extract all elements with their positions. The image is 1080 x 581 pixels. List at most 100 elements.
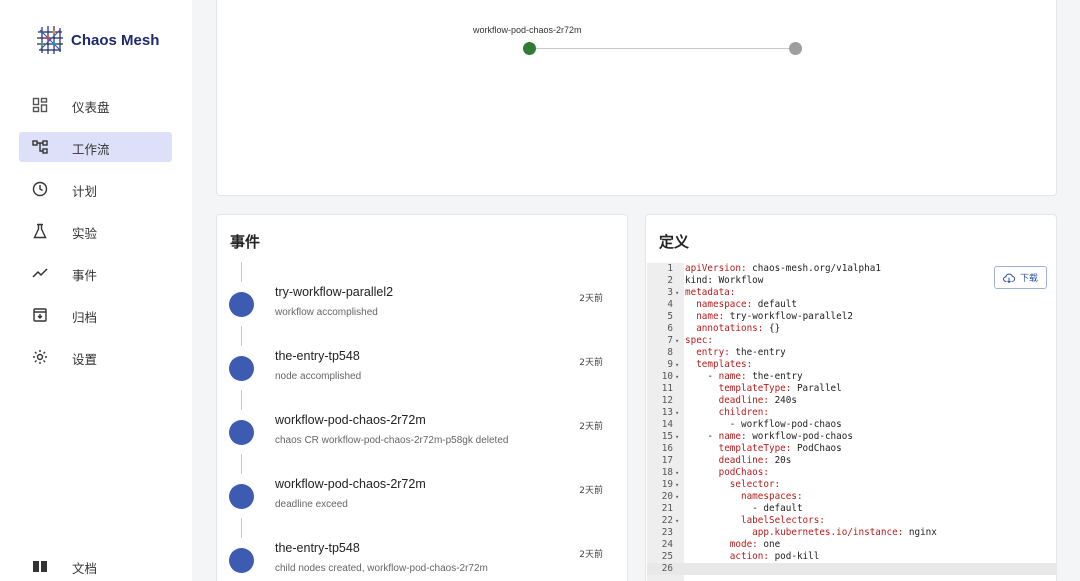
fold-toggle-icon[interactable]: ▾: [675, 407, 679, 419]
trend-icon: [32, 268, 48, 278]
sidebar-item-experiments[interactable]: 实验: [19, 216, 172, 246]
line-number: 20: [661, 491, 673, 502]
code-line[interactable]: 18 ▾ podChaos:: [647, 467, 1057, 479]
code-line[interactable]: 9 ▾ templates:: [647, 359, 1057, 371]
code-line[interactable]: 17 deadline: 20s: [647, 455, 1057, 467]
fold-toggle-icon[interactable]: ▾: [675, 467, 679, 479]
event-message: chaos CR workflow-pod-chaos-2r72m-p58gk …: [275, 435, 509, 446]
code-line[interactable]: 12 deadline: 240s: [647, 395, 1057, 407]
code-line[interactable]: 15 ▾ - name: workflow-pod-chaos: [647, 431, 1057, 443]
workflow-icon: [32, 140, 48, 154]
yaml-key: spec:: [685, 335, 713, 346]
code-line[interactable]: 23 app.kubernetes.io/instance: nginx: [647, 527, 1057, 539]
code-line[interactable]: 20 ▾ namespaces:: [647, 491, 1057, 503]
graph-node-pending[interactable]: [789, 42, 802, 55]
yaml-value: Parallel: [791, 383, 842, 394]
download-button[interactable]: 下载: [994, 266, 1047, 289]
code-text: entry: the-entry: [685, 347, 786, 359]
app-name: Chaos Mesh: [71, 31, 160, 49]
event-message: workflow accomplished: [275, 307, 378, 318]
code-indent: -: [685, 431, 719, 442]
fold-toggle-icon[interactable]: ▾: [675, 359, 679, 371]
code-text: deadline: 20s: [685, 455, 792, 467]
code-line[interactable]: 6 annotations: {}: [647, 323, 1057, 335]
code-line[interactable]: 7 ▾ spec:: [647, 335, 1057, 347]
code-line[interactable]: 4 namespace: default: [647, 299, 1057, 311]
code-line[interactable]: 8 entry: the-entry: [647, 347, 1057, 359]
yaml-key: namespace:: [696, 299, 753, 310]
sidebar-item-archive[interactable]: 归档: [19, 300, 172, 330]
workflow-graph-panel: workflow-pod-chaos-2r72m: [216, 0, 1057, 196]
definition-title: 定义: [659, 233, 690, 251]
line-number: 3: [667, 287, 673, 298]
code-line[interactable]: 14 - workflow-pod-chaos: [647, 419, 1057, 431]
line-number: 25: [661, 551, 673, 562]
line-number: 24: [661, 539, 673, 550]
sidebar-item-events[interactable]: 事件: [19, 258, 172, 288]
app-logo[interactable]: Chaos Mesh: [34, 24, 159, 56]
yaml-key: name:: [718, 431, 747, 442]
code-indent: -: [685, 371, 719, 382]
line-number: 19: [661, 479, 673, 490]
event-time: 2天前: [579, 358, 603, 368]
fold-toggle-icon[interactable]: ▾: [675, 287, 679, 299]
yaml-key: action:: [729, 551, 769, 562]
code-line[interactable]: 16 templateType: PodChaos: [647, 443, 1057, 455]
sidebar-item-dashboard[interactable]: 仪表盘: [19, 90, 172, 120]
code-text: templateType: Parallel: [685, 383, 842, 395]
code-text: selector:: [685, 479, 780, 491]
sidebar-item-schedule[interactable]: 计划: [19, 174, 172, 204]
event-name: try-workflow-parallel2: [275, 285, 394, 299]
code-line[interactable]: 10 ▾ - name: the-entry: [647, 371, 1057, 383]
code-line[interactable]: 22 ▾ labelSelectors:: [647, 515, 1057, 527]
yaml-editor[interactable]: 1 apiVersion: chaos-mesh.org/v1alpha1 2 kin…: [647, 263, 1057, 581]
code-text: annotations: {}: [685, 323, 780, 335]
event-name: the-entry-tp548: [275, 349, 360, 363]
chaos-mesh-logo-icon: [37, 26, 63, 54]
yaml-value: 20s: [768, 455, 792, 466]
code-line[interactable]: 19 ▾ selector:: [647, 479, 1057, 491]
fold-toggle-icon[interactable]: ▾: [675, 479, 679, 491]
sidebar-item-label: 文档: [72, 561, 98, 576]
sidebar-item-settings[interactable]: 设置: [19, 342, 172, 372]
graph-node-completed[interactable]: [523, 42, 536, 55]
yaml-key: app.kubernetes.io/instance:: [752, 527, 904, 538]
code-text: namespaces:: [685, 491, 803, 503]
yaml-key: templateType:: [718, 443, 792, 454]
code-line[interactable]: 13 ▾ children:: [647, 407, 1057, 419]
line-number: 13: [661, 407, 673, 418]
line-number: 12: [661, 395, 673, 406]
yaml-key: name:: [696, 311, 725, 322]
fold-toggle-icon[interactable]: ▾: [675, 371, 679, 383]
fold-toggle-icon[interactable]: ▾: [675, 515, 679, 527]
event-message: node accomplished: [275, 371, 362, 382]
sidebar-item-label: 事件: [72, 268, 98, 283]
events-panel: 事件 try-workflow-parallel2 workflow accom…: [216, 214, 628, 581]
code-line[interactable]: 25 action: pod-kill: [647, 551, 1057, 563]
line-number: 5: [667, 311, 673, 322]
yaml-value: {}: [763, 323, 781, 334]
line-number: 15: [661, 431, 673, 442]
sidebar: Chaos Mesh 仪表盘 工作流 计划 实验 事件 归档 设置 文档: [0, 0, 192, 581]
code-line[interactable]: 26: [647, 563, 1057, 575]
code-text: labelSelectors:: [685, 515, 825, 527]
sidebar-item-docs[interactable]: 文档: [19, 551, 172, 581]
timeline-connector: [241, 326, 242, 346]
sidebar-item-workflow[interactable]: 工作流: [19, 132, 172, 162]
code-line[interactable]: 24 mode: one: [647, 539, 1057, 551]
code-line[interactable]: 21 - default: [647, 503, 1057, 515]
timeline-dot: [229, 484, 254, 509]
fold-toggle-icon[interactable]: ▾: [675, 491, 679, 503]
code-text: spec:: [685, 335, 713, 347]
code-text: kind: Workflow: [685, 275, 763, 287]
code-text: - name: workflow-pod-chaos: [685, 431, 853, 443]
fold-toggle-icon[interactable]: ▾: [675, 335, 679, 347]
fold-toggle-icon[interactable]: ▾: [675, 431, 679, 443]
cloud-download-icon: [1002, 273, 1015, 283]
code-line[interactable]: 11 templateType: Parallel: [647, 383, 1057, 395]
code-line[interactable]: 5 name: try-workflow-parallel2: [647, 311, 1057, 323]
